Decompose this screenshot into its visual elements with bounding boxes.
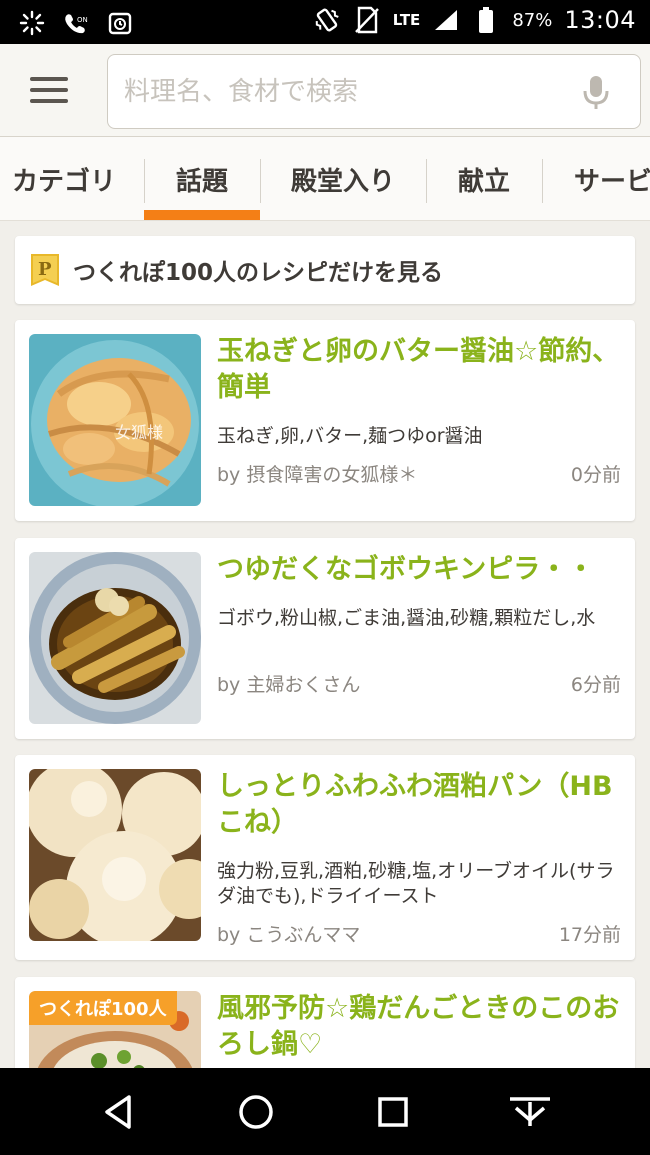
search-input[interactable] (124, 55, 574, 128)
app-header (0, 44, 650, 137)
home-icon[interactable] (232, 1088, 280, 1136)
network-type: LTE (392, 11, 421, 29)
recipe-photo (29, 769, 201, 941)
tab-topics[interactable]: 話題 (144, 137, 260, 220)
recipe-ingredients: 玉ねぎ,卵,バター,麺つゆor醤油 (217, 425, 483, 447)
recipe-author[interactable]: by こうぶんママ (217, 920, 360, 947)
no-sim-icon (353, 6, 381, 34)
vibrate-icon (313, 6, 341, 34)
clock: 13:04 (564, 6, 636, 34)
active-tab-indicator (144, 210, 260, 220)
svg-text:女狐様: 女狐様 (115, 423, 163, 442)
recipe-author[interactable]: by 主婦おくさん (217, 670, 360, 697)
system-nav-bar (0, 1068, 650, 1155)
tsukurepo-filter[interactable]: P つくれぽ100人のレシピだけを見る (15, 236, 635, 304)
status-bar: ON LTE 87% 13:04 (0, 0, 650, 44)
menu-icon[interactable] (30, 77, 68, 103)
recipe-time: 17分前 (558, 924, 621, 946)
tab-category[interactable]: カテゴリ (0, 137, 128, 220)
svg-text:P: P (38, 259, 52, 280)
battery-percent: 87% (512, 9, 553, 31)
notification-pull-icon[interactable] (506, 1088, 554, 1136)
volte-call-icon: ON (62, 9, 90, 37)
category-tabs: カテゴリ 話題 殿堂入り 献立 サービ (0, 137, 650, 221)
battery-icon (472, 6, 500, 34)
recipe-card[interactable]: つゆだくなゴボウキンピラ・・ ゴボウ,粉山椒,ごま油,醤油,砂糖,顆粒だし,水 … (15, 538, 635, 739)
search-box[interactable] (107, 54, 641, 129)
recipe-time: 6分前 (570, 674, 621, 696)
recents-icon[interactable] (369, 1088, 417, 1136)
back-icon[interactable] (95, 1088, 143, 1136)
recipe-title[interactable]: 玉ねぎと卵のバター醤油☆節約、簡単 (217, 334, 622, 406)
microphone-icon[interactable] (582, 75, 610, 111)
recipe-author[interactable]: by 摂食障害の女狐様＊ (217, 460, 417, 487)
svg-text:ON: ON (77, 16, 88, 24)
recipe-photo: 女狐様 (29, 334, 201, 506)
alarm-icon (106, 9, 134, 37)
tab-divider (542, 159, 543, 203)
tab-services[interactable]: サービ (552, 137, 650, 220)
signal-icon (432, 6, 460, 34)
filter-label: つくれぽ100人のレシピだけを見る (73, 260, 444, 286)
tab-hall-of-fame[interactable]: 殿堂入り (260, 137, 426, 220)
recipe-title[interactable]: 風邪予防☆鶏だんごときのこのおろし鍋♡ (217, 991, 622, 1063)
recipe-card[interactable]: 女狐様 玉ねぎと卵のバター醤油☆節約、簡単 玉ねぎ,卵,バター,麺つゆor醤油 … (15, 320, 635, 521)
recipe-photo (29, 552, 201, 724)
recipe-ingredients: ゴボウ,粉山椒,ごま油,醤油,砂糖,顆粒だし,水 (217, 607, 596, 629)
recipe-ingredients: 強力粉,豆乳,酒粕,砂糖,塩,オリーブオイル(サラダ油でも),ドライイースト (217, 860, 615, 907)
recipe-title[interactable]: つゆだくなゴボウキンピラ・・ (217, 552, 622, 588)
tsukurepo-badge: つくれぽ100人 (29, 991, 177, 1025)
tab-menu-plans[interactable]: 献立 (426, 137, 542, 220)
loading-icon (18, 9, 46, 37)
recipe-card[interactable]: しっとりふわふわ酒粕パン（HBこね） 強力粉,豆乳,酒粕,砂糖,塩,オリーブオイ… (15, 755, 635, 960)
premium-badge-icon: P (30, 253, 60, 287)
recipe-time: 0分前 (570, 464, 621, 486)
recipe-title[interactable]: しっとりふわふわ酒粕パン（HBこね） (217, 769, 622, 841)
